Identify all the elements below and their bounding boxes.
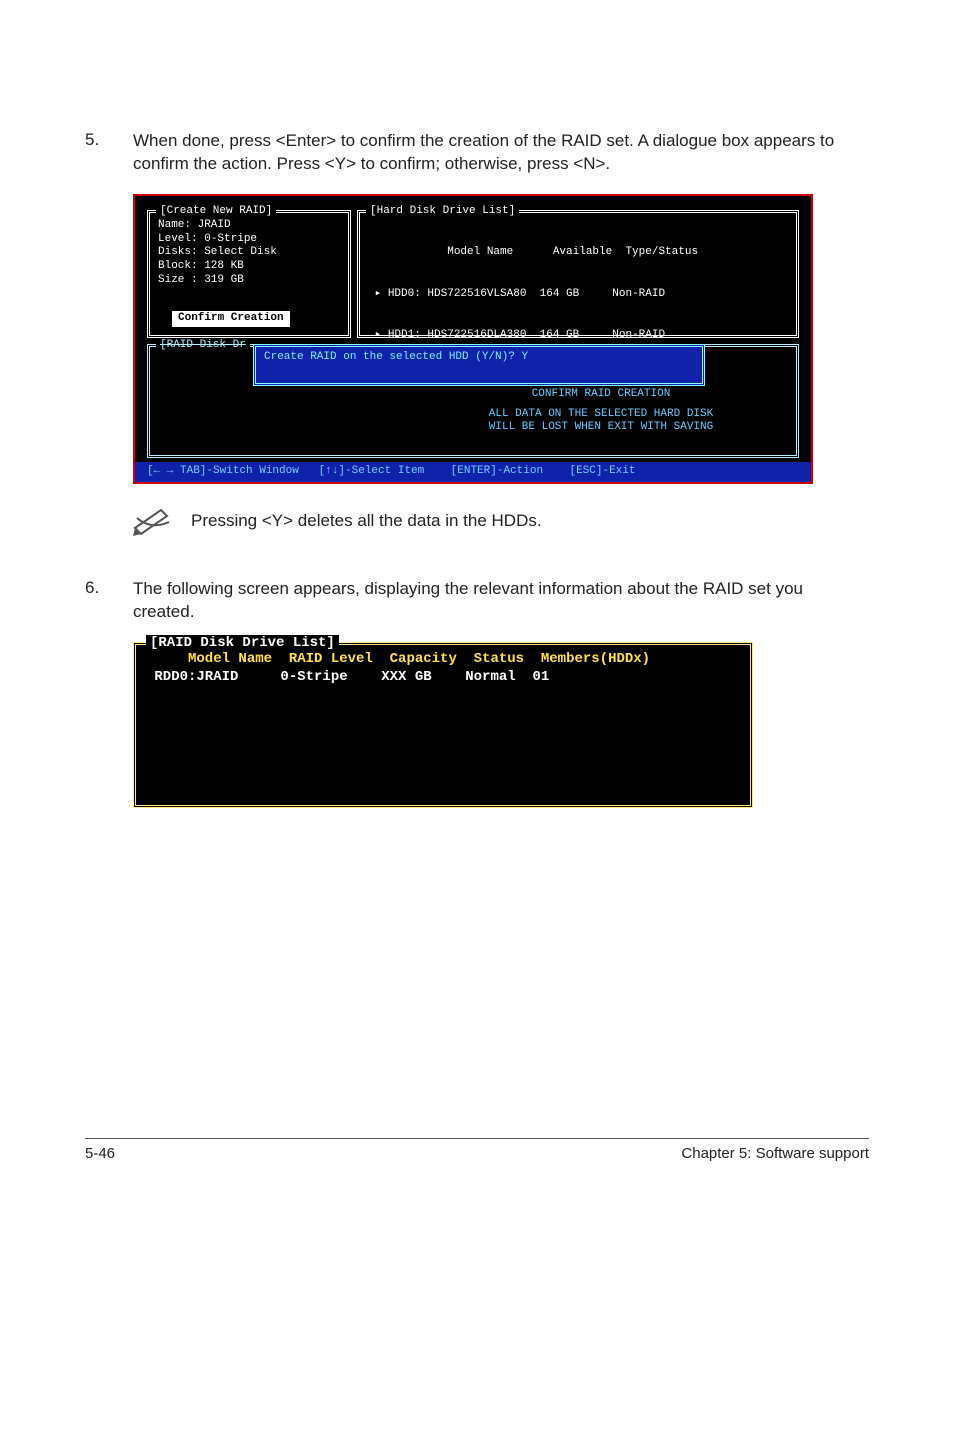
hdd-row-0[interactable]: ▸ HDD0: HDS722516VLSA80 164 GB Non-RAID bbox=[368, 288, 788, 302]
step-5-text: When done, press <Enter> to confirm the … bbox=[133, 130, 869, 176]
page-number: 5-46 bbox=[85, 1145, 115, 1162]
confirm-creation-button[interactable]: Confirm Creation bbox=[172, 311, 290, 327]
bios-dialog-screenshot: [Create New RAID] Name: JRAID Level: 0-S… bbox=[133, 194, 813, 484]
raid-list-headers: Model Name RAID Level Capacity Status Me… bbox=[136, 649, 750, 669]
raid-field-size: Size : 319 GB bbox=[158, 274, 340, 288]
confirm-prompt-text: Create RAID on the selected HDD (Y/N)? Y bbox=[264, 351, 528, 363]
raid-list-screenshot: [RAID Disk Drive List] Model Name RAID L… bbox=[133, 642, 753, 808]
confirm-warning-area: CONFIRM RAID CREATION ALL DATA ON THE SE… bbox=[415, 388, 787, 435]
hard-disk-list-panel: [Hard Disk Drive List] Model Name Availa… bbox=[357, 210, 799, 338]
raid-field-name: Name: JRAID bbox=[158, 219, 340, 233]
step-6-text: The following screen appears, displaying… bbox=[133, 578, 869, 624]
create-new-raid-panel: [Create New RAID] Name: JRAID Level: 0-S… bbox=[147, 210, 351, 338]
raid-field-disks: Disks: Select Disk bbox=[158, 246, 340, 260]
hdd-list-header: Model Name Available Type/Status bbox=[368, 246, 788, 260]
raid-list-row-0[interactable]: RDD0:JRAID 0-Stripe XXX GB Normal 01 bbox=[136, 669, 750, 685]
note-text: Pressing <Y> deletes all the data in the… bbox=[191, 511, 542, 531]
raid-disk-list-title: [RAID Disk Dr bbox=[156, 339, 250, 353]
step-5: 5. When done, press <Enter> to confirm t… bbox=[85, 130, 869, 176]
create-new-raid-title: [Create New RAID] bbox=[156, 205, 276, 219]
raid-field-level: Level: 0-Stripe bbox=[158, 233, 340, 247]
confirm-warning-line1: ALL DATA ON THE SELECTED HARD DISK bbox=[415, 408, 787, 422]
confirm-warning-title: CONFIRM RAID CREATION bbox=[415, 388, 787, 402]
raid-list-title: [RAID Disk Drive List] bbox=[146, 635, 339, 651]
step-6-number: 6. bbox=[85, 578, 133, 624]
pencil-note-icon bbox=[133, 506, 173, 536]
page-footer: 5-46 Chapter 5: Software support bbox=[85, 1138, 869, 1162]
hdd-row-1[interactable]: ▸ HDD1: HDS722516DLA380 164 GB Non-RAID bbox=[368, 329, 788, 343]
step-5-number: 5. bbox=[85, 130, 133, 176]
step-6: 6. The following screen appears, display… bbox=[85, 578, 869, 624]
note-row: Pressing <Y> deletes all the data in the… bbox=[133, 506, 869, 536]
hard-disk-list-title: [Hard Disk Drive List] bbox=[366, 205, 519, 219]
raid-field-block: Block: 128 KB bbox=[158, 260, 340, 274]
confirm-prompt-dialog[interactable]: Create RAID on the selected HDD (Y/N)? Y bbox=[253, 344, 705, 386]
confirm-warning-line2: WILL BE LOST WHEN EXIT WITH SAVING bbox=[415, 421, 787, 435]
chapter-label: Chapter 5: Software support bbox=[681, 1145, 869, 1162]
bios-key-legend: [← → TAB]-Switch Window [↑↓]-Select Item… bbox=[135, 462, 811, 482]
